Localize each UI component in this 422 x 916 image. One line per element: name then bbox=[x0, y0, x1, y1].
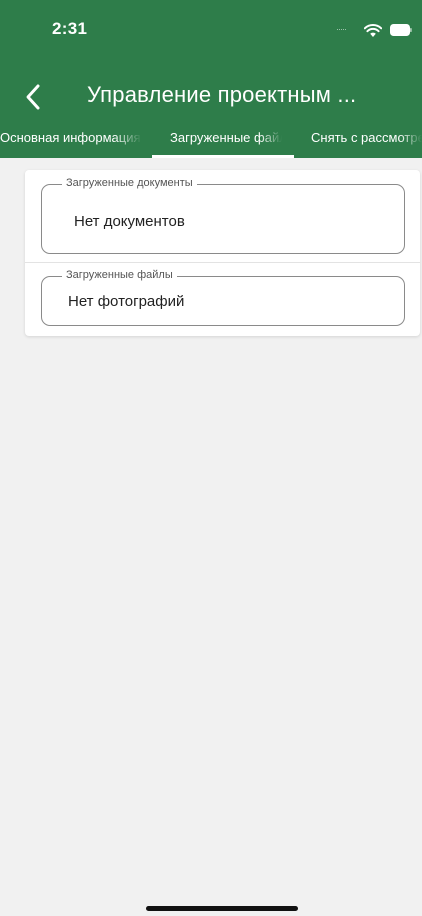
status-bar: 2:31 ····· bbox=[0, 0, 422, 60]
chevron-left-icon[interactable] bbox=[22, 80, 48, 114]
tab-uploaded-files[interactable]: Загруженные файлы bbox=[170, 130, 282, 158]
documents-field-label: Загруженные документы bbox=[62, 177, 197, 189]
status-time: 2:31 bbox=[52, 19, 88, 38]
tab-label: Основная информация bbox=[0, 130, 141, 145]
documents-field-value: Нет документов bbox=[74, 213, 185, 230]
tab-main-info[interactable]: Основная информация bbox=[0, 130, 142, 158]
signal-icon: ····· bbox=[336, 24, 347, 34]
documents-field[interactable]: Загруженные документы Нет документов bbox=[41, 177, 405, 254]
app-header: 2:31 ····· Управление проектным ... Осно… bbox=[0, 0, 422, 158]
tab-label: Загруженные файлы bbox=[170, 130, 282, 145]
files-field[interactable]: Загруженные файлы Нет фотографий bbox=[41, 269, 405, 326]
tab-label: Снять с рассмотрения bbox=[311, 130, 422, 145]
tab-selected-indicator bbox=[152, 155, 294, 158]
battery-icon bbox=[390, 24, 412, 36]
tab-withdraw[interactable]: Снять с рассмотрения bbox=[311, 130, 422, 158]
page-title: Управление проектным ... bbox=[87, 82, 357, 107]
toolbar: Управление проектным ... bbox=[0, 76, 422, 122]
divider bbox=[25, 262, 420, 263]
wifi-icon bbox=[364, 24, 382, 37]
home-indicator[interactable] bbox=[146, 906, 298, 911]
uploads-card: Загруженные документы Нет документов Заг… bbox=[25, 170, 420, 336]
tab-bar: Основная информация Загруженные файлы Сн… bbox=[0, 122, 422, 158]
files-field-label: Загруженные файлы bbox=[62, 269, 177, 281]
files-field-value: Нет фотографий bbox=[68, 293, 185, 310]
